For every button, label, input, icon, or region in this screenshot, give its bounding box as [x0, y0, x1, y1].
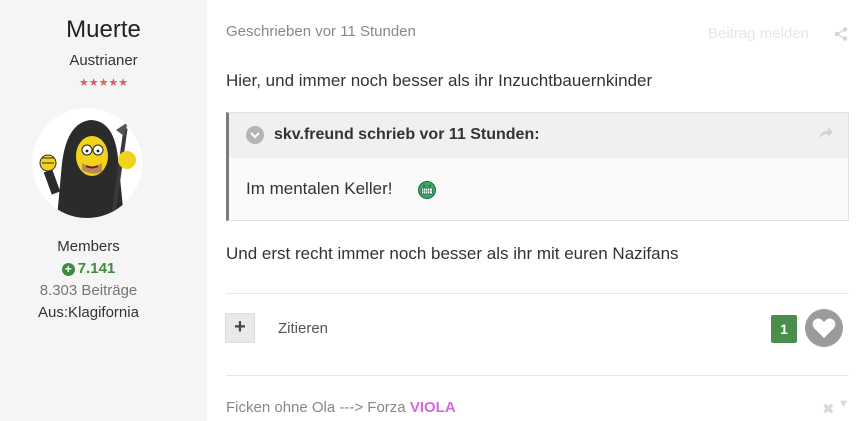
post-timestamp[interactable]: Geschrieben vor 11 Stunden [226, 23, 416, 40]
chevron-down-icon[interactable]: ▼ [838, 398, 849, 410]
divider [226, 375, 849, 376]
author-title: Austrianer [69, 52, 138, 69]
divider [226, 293, 849, 294]
signature-text: Ficken ohne Ola ---> Forza [226, 399, 410, 416]
quote-citation[interactable]: skv.freund schrieb vor 11 Stunden: [274, 126, 540, 144]
like-button[interactable] [805, 309, 843, 347]
like-count[interactable]: 1 [771, 315, 797, 343]
reply-arrow-icon[interactable] [818, 126, 834, 145]
signature: Ficken ohne Ola ---> Forza VIOLA [226, 399, 456, 416]
author-name[interactable]: Muerte [0, 16, 207, 44]
post-paragraph: Und erst recht immer noch besser als ihr… [226, 244, 679, 263]
signature-highlight: VIOLA [409, 399, 456, 416]
plus-circle-icon: + [61, 263, 75, 276]
post-paragraph: Hier, und immer noch besser als ihr Inzu… [226, 71, 653, 90]
quote-header: skv.freund schrieb vor 11 Stunden: [229, 113, 848, 158]
avatar[interactable] [32, 108, 142, 218]
multiquote-add-button[interactable]: + [225, 313, 255, 343]
reputation: +7.141 [0, 260, 177, 277]
heart-icon [812, 318, 836, 338]
quote-text: Im mentalen Keller! [246, 179, 393, 198]
member-group: Members [57, 238, 120, 255]
rank-stars: ★★★★★ [78, 77, 129, 89]
author-panel: Muerte Austrianer ★★★★★ Members +7.141 8… [0, 0, 207, 421]
report-link[interactable]: Beitrag melden [708, 25, 809, 42]
chevron-down-icon[interactable] [246, 126, 264, 144]
quote-block: skv.freund schrieb vor 11 Stunden: Im me… [226, 112, 849, 221]
grimace-emoji-icon [418, 181, 436, 204]
close-icon[interactable]: ✖ [822, 400, 835, 418]
reputation-value: 7.141 [77, 260, 116, 277]
post-count: 8.303 Beiträge [39, 282, 138, 299]
quote-button[interactable]: Zitieren [278, 320, 328, 337]
share-icon[interactable] [834, 27, 848, 46]
homer-reaper-avatar-icon [32, 108, 142, 218]
location: Aus:Klagifornia [38, 304, 139, 321]
